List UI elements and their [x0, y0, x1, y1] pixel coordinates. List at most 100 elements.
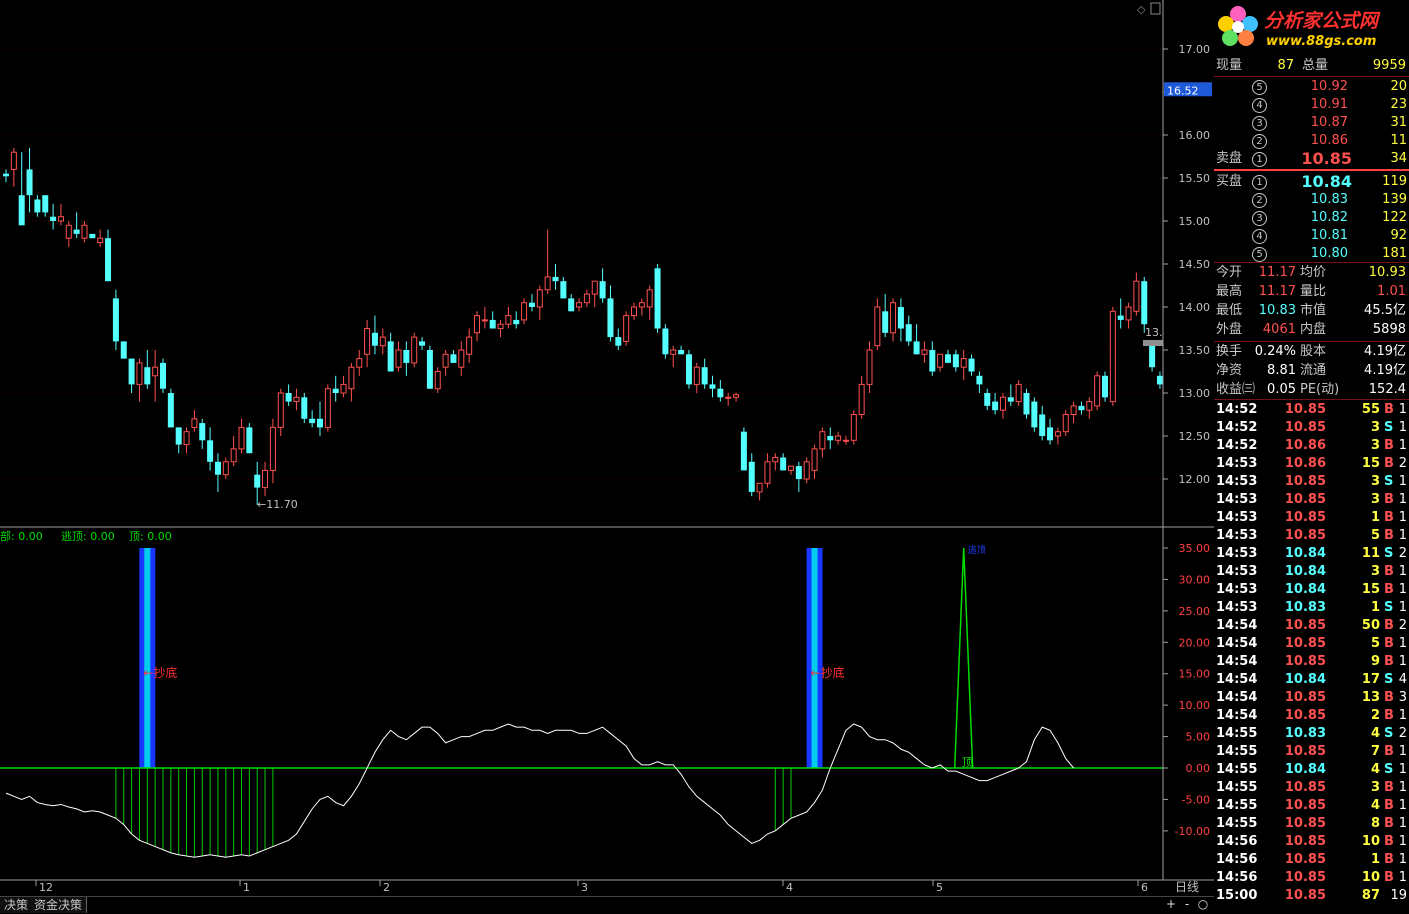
candle-body[interactable] [952, 354, 959, 368]
candle-body[interactable] [646, 289, 653, 308]
candle-body[interactable] [301, 397, 308, 419]
candle-body[interactable] [528, 302, 535, 307]
candle-body[interactable] [183, 431, 190, 446]
tick-row[interactable]: 14:53 10.84 15 B 1 [1214, 581, 1409, 599]
candle-body[interactable] [3, 173, 9, 177]
candle-body[interactable] [81, 224, 88, 239]
candle-body[interactable] [364, 328, 371, 355]
candle-body[interactable] [175, 427, 182, 445]
candle-body[interactable] [277, 392, 284, 428]
tick-row[interactable]: 14:53 10.84 3 B 1 [1214, 563, 1409, 581]
tick-row[interactable]: 14:53 10.85 1 B 1 [1214, 509, 1409, 527]
candle-body[interactable] [1023, 393, 1030, 415]
candle-body[interactable] [591, 280, 598, 295]
zoom-reset-button[interactable]: ○ [1196, 897, 1210, 911]
candle-body[interactable] [426, 350, 433, 389]
candle-body[interactable] [544, 276, 551, 291]
candle-body[interactable] [740, 431, 747, 471]
candle-body[interactable] [442, 353, 449, 368]
candle-body[interactable] [18, 195, 25, 226]
tick-row[interactable]: 14:55 10.83 4 S 2 [1214, 725, 1409, 743]
candle-body[interactable] [670, 349, 677, 355]
candle-body[interactable] [717, 388, 724, 398]
candle-body[interactable] [379, 336, 386, 347]
candle-body[interactable] [324, 388, 331, 428]
candle-body[interactable] [57, 216, 64, 222]
candle-body[interactable] [1054, 431, 1061, 437]
candle-body[interactable] [1062, 414, 1069, 433]
candle-body[interactable] [513, 319, 520, 325]
tick-row[interactable]: 14:54 10.85 5 B 1 [1214, 635, 1409, 653]
kline-chart-area[interactable]: ←11.70 17.0016.5016.0015.5015.0014.5014.… [0, 0, 1214, 896]
candle-body[interactable] [623, 315, 630, 342]
candle-body[interactable] [976, 375, 983, 385]
tick-row[interactable]: 14:53 10.85 3 B 1 [1214, 491, 1409, 509]
candle-body[interactable] [937, 353, 944, 368]
bid-level[interactable]: 5 10.80 181 [1214, 245, 1409, 263]
candle-body[interactable] [1078, 405, 1085, 411]
candle-body[interactable] [1117, 315, 1124, 320]
candle-body[interactable] [1125, 306, 1132, 321]
candle-body[interactable] [654, 268, 661, 329]
tick-row[interactable]: 14:56 10.85 1 B 1 [1214, 851, 1409, 869]
candle-body[interactable] [262, 469, 269, 489]
candle-body[interactable] [835, 435, 842, 441]
tick-row[interactable]: 14:54 10.85 9 B 1 [1214, 653, 1409, 671]
candle-body[interactable] [795, 466, 802, 479]
candle-body[interactable] [788, 465, 794, 471]
candle-body[interactable] [1015, 383, 1022, 403]
candle-body[interactable] [1007, 397, 1014, 402]
candle-body[interactable] [599, 281, 606, 299]
candle-body[interactable] [945, 354, 951, 363]
candle-body[interactable] [505, 315, 512, 325]
candle-body[interactable] [419, 341, 426, 346]
ask-level[interactable]: 4 10.91 23 [1214, 96, 1409, 114]
period-label[interactable]: 日线 [1175, 880, 1199, 894]
candle-body[interactable] [568, 298, 575, 312]
candle-body[interactable] [560, 281, 567, 299]
candle-body[interactable] [772, 457, 779, 463]
candle-body[interactable] [1086, 401, 1093, 411]
candle-body[interactable] [191, 418, 198, 428]
candle-body[interactable] [819, 431, 826, 450]
candle-body[interactable] [332, 388, 339, 393]
candle-body[interactable] [214, 461, 221, 475]
candle-body[interactable] [34, 199, 41, 213]
candle-body[interactable] [725, 396, 732, 399]
candle-body[interactable] [160, 362, 166, 389]
bid-level[interactable]: 2 10.83 139 [1214, 191, 1409, 209]
tick-row[interactable]: 14:54 10.85 13 B 3 [1214, 689, 1409, 707]
candle-body[interactable] [701, 367, 708, 385]
candle-body[interactable] [803, 461, 810, 480]
bid-level[interactable]: 买盘 1 10.84 119 [1214, 173, 1409, 191]
candle-body[interactable] [607, 298, 614, 338]
candle-body[interactable] [199, 423, 206, 441]
candle-body[interactable] [269, 426, 276, 471]
tick-row[interactable]: 14:52 10.85 55 B 1 [1214, 401, 1409, 419]
candle-body[interactable] [105, 238, 112, 282]
candle-body[interactable] [780, 457, 787, 471]
candle-body[interactable] [97, 237, 104, 243]
candle-body[interactable] [466, 336, 473, 355]
candle-body[interactable] [921, 349, 928, 355]
candle-body[interactable] [128, 358, 135, 385]
candle-body[interactable] [65, 224, 72, 239]
candle-body[interactable] [583, 293, 590, 304]
candle-body[interactable] [631, 306, 637, 317]
candle-body[interactable] [293, 396, 300, 403]
tick-row[interactable]: 14:55 10.85 3 B 1 [1214, 779, 1409, 797]
candle-body[interactable] [929, 350, 936, 372]
candle-body[interactable] [913, 341, 920, 355]
candle-body[interactable] [662, 328, 669, 355]
candle-body[interactable] [678, 350, 685, 355]
candle-body[interactable] [497, 323, 504, 330]
candle-body[interactable] [968, 358, 975, 372]
zoom-out-button[interactable]: - [1180, 897, 1194, 911]
candle-body[interactable] [1070, 405, 1077, 415]
candle-body[interactable] [811, 448, 818, 471]
tick-row[interactable]: 14:52 10.85 3 S 1 [1214, 419, 1409, 437]
candle-body[interactable] [309, 418, 316, 424]
candle-body[interactable] [112, 298, 119, 342]
candle-body[interactable] [638, 302, 645, 308]
candle-body[interactable] [434, 371, 441, 390]
